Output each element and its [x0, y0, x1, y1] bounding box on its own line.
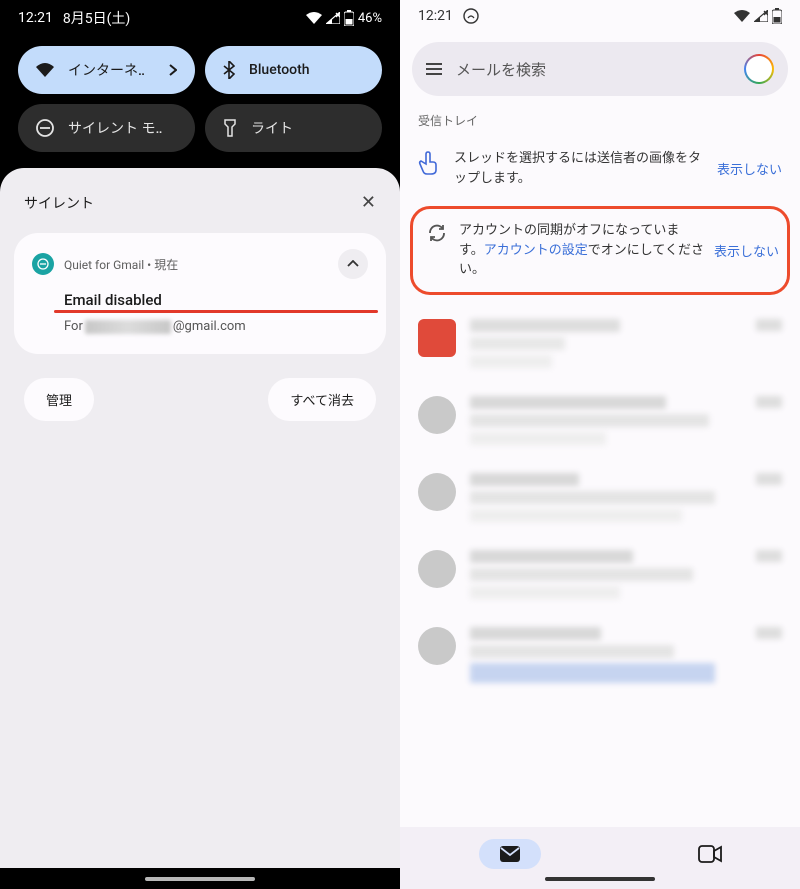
redacted-text	[470, 627, 601, 640]
wifi-icon	[36, 63, 54, 77]
silent-section-title: サイレント	[24, 193, 94, 213]
list-item[interactable]	[400, 382, 800, 459]
video-icon	[698, 845, 722, 863]
nav-handle[interactable]	[545, 877, 655, 881]
flashlight-tile[interactable]: ライト	[205, 104, 382, 152]
dismiss-link[interactable]: 表示しない	[717, 159, 782, 178]
app-icon	[32, 253, 54, 275]
list-item[interactable]	[400, 305, 800, 382]
redacted-text	[470, 396, 666, 409]
redacted-text	[756, 473, 782, 485]
dismiss-link[interactable]: 表示しない	[714, 241, 779, 260]
nav-handle[interactable]	[145, 877, 255, 881]
redacted-text	[756, 319, 782, 331]
inbox-section-label: 受信トレイ	[400, 104, 800, 135]
status-bar: 12:21 8月5日(土) 46%	[0, 0, 400, 36]
redacted-text	[470, 568, 693, 581]
chevron-up-icon	[347, 260, 359, 268]
list-item[interactable]	[400, 459, 800, 536]
tile-label: Bluetooth	[249, 62, 310, 78]
redacted-text	[470, 509, 682, 522]
sender-avatar	[418, 550, 456, 588]
tile-label: サイレント モ‥	[68, 118, 162, 138]
redacted-text	[470, 319, 620, 332]
bluetooth-tile[interactable]: Bluetooth	[205, 46, 382, 94]
collapse-button[interactable]	[338, 249, 368, 279]
status-date: 8月5日(土)	[63, 8, 130, 28]
silent-mode-tile[interactable]: サイレント モ‥	[18, 104, 195, 152]
notification-panel: サイレント ✕ Quiet for Gmail • 現在 Email disab…	[0, 168, 400, 868]
flashlight-icon	[223, 119, 237, 137]
redacted-text	[470, 414, 709, 427]
redacted-text	[756, 550, 782, 562]
menu-icon[interactable]	[426, 63, 442, 75]
manage-button[interactable]: 管理	[24, 378, 94, 421]
account-settings-link[interactable]: アカウントの設定	[484, 243, 588, 258]
tip-select-threads: スレッドを選択するには送信者の画像をタップします。 表示しない	[400, 135, 800, 202]
tile-label: ライト	[251, 118, 293, 138]
redacted-text	[470, 432, 606, 445]
search-placeholder: メールを検索	[456, 59, 730, 80]
tip-text: アカウントの同期がオフになっています。アカウントの設定でオンにしてください。	[459, 221, 704, 280]
account-avatar[interactable]	[744, 54, 774, 84]
list-item[interactable]	[400, 536, 800, 613]
redacted-text	[470, 645, 674, 658]
mail-tab[interactable]	[479, 839, 541, 869]
signal-icon	[754, 10, 768, 22]
wifi-icon	[734, 10, 750, 22]
tip-sync-off: アカウントの同期がオフになっています。アカウントの設定でオンにしてください。 表…	[410, 206, 790, 295]
chevron-right-icon	[169, 64, 177, 76]
sender-avatar	[418, 627, 456, 665]
sender-avatar	[418, 473, 456, 511]
notification-title: Email disabled	[64, 291, 368, 309]
do-not-disturb-icon	[36, 119, 54, 137]
sender-avatar	[418, 319, 456, 357]
notification-app-label: Quiet for Gmail • 現在	[64, 256, 178, 273]
redacted-text	[470, 663, 715, 683]
redacted-text	[470, 337, 565, 350]
email-list	[400, 299, 800, 767]
redacted-text	[470, 491, 715, 504]
battery-icon	[344, 10, 354, 26]
battery-percentage: 46%	[358, 11, 382, 26]
touch-icon	[418, 151, 440, 175]
redacted-text	[85, 320, 171, 334]
internet-tile[interactable]: インターネ‥	[18, 46, 195, 94]
redacted-text	[470, 355, 552, 368]
close-icon[interactable]: ✕	[361, 192, 376, 213]
redacted-text	[756, 627, 782, 639]
redacted-text	[470, 586, 620, 599]
battery-icon	[772, 8, 782, 24]
clear-all-button[interactable]: すべて消去	[268, 378, 376, 421]
quick-settings-tiles: インターネ‥ Bluetooth サイレント モ‥ ライト	[0, 36, 400, 168]
redacted-text	[470, 473, 579, 486]
wifi-icon	[306, 12, 322, 24]
redacted-text	[470, 550, 633, 563]
dnd-status-icon	[463, 8, 479, 24]
annotation-underline	[54, 310, 378, 313]
meet-tab[interactable]	[698, 845, 722, 863]
signal-icon	[326, 12, 340, 24]
mail-icon	[499, 845, 521, 863]
search-bar[interactable]: メールを検索	[412, 42, 788, 96]
tip-text: スレッドを選択するには送信者の画像をタップします。	[454, 149, 703, 188]
sync-icon	[427, 223, 449, 243]
bluetooth-icon	[223, 61, 235, 79]
list-item[interactable]	[400, 613, 800, 697]
redacted-text	[756, 396, 782, 408]
status-time: 12:21	[418, 8, 453, 24]
notification-card[interactable]: Quiet for Gmail • 現在 Email disabled For …	[14, 233, 386, 354]
status-bar: 12:21	[400, 0, 800, 32]
tile-label: インターネ‥	[68, 60, 145, 80]
status-time: 12:21	[18, 10, 53, 26]
notification-body: For @gmail.com	[64, 319, 368, 334]
sender-avatar	[418, 396, 456, 434]
